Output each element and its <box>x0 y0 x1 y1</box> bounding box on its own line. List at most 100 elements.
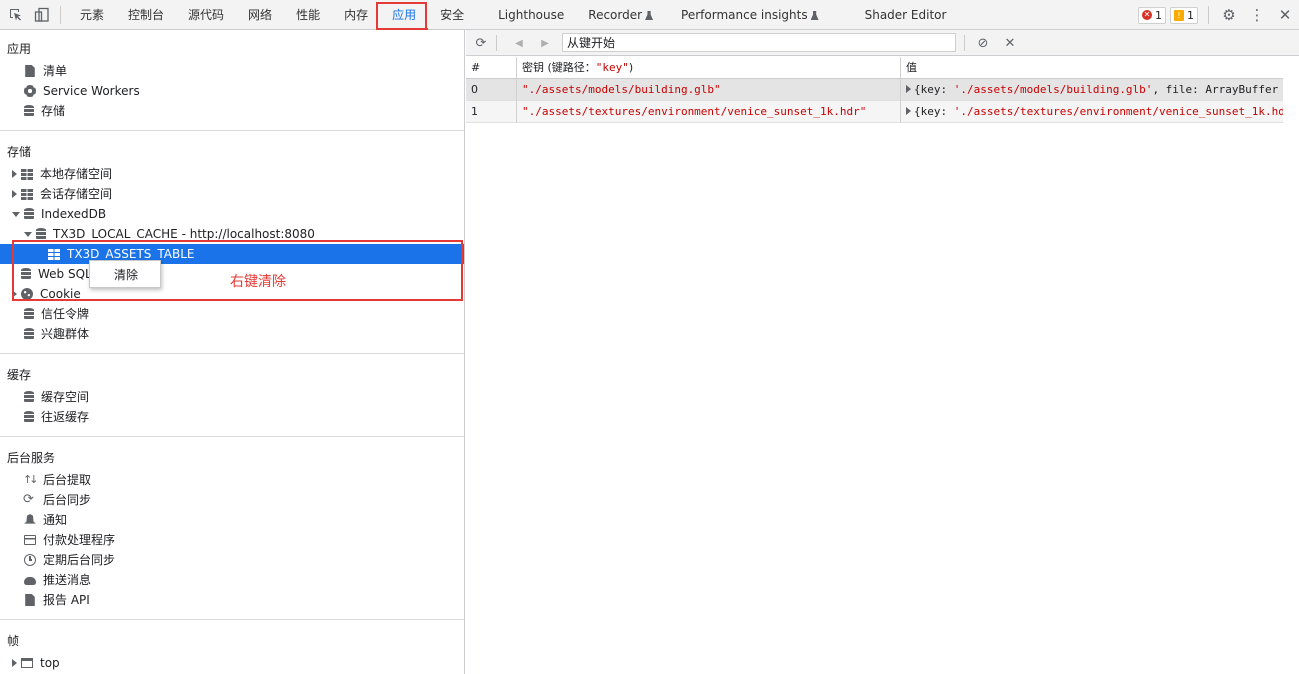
close-devtools-icon[interactable]: ✕ <box>1271 0 1299 30</box>
data-grid: # 密钥 (键路径："key") 值 0 "./assets/models/bu… <box>466 57 1283 123</box>
sidebar-item-label: 本地存储空间 <box>40 167 113 181</box>
sidebar-item-session-storage[interactable]: 会话存储空间 <box>12 184 112 204</box>
tab-shader-editor[interactable]: Shader Editor <box>831 0 959 30</box>
bell-icon <box>24 514 36 524</box>
device-toolbar-icon[interactable] <box>34 7 50 23</box>
sidebar-item-local-storage[interactable]: 本地存储空间 <box>12 164 112 184</box>
sidebar-item-indexeddb[interactable]: IndexedDB <box>12 204 106 224</box>
row-index: 1 <box>466 101 517 123</box>
sidebar-item-frame-top[interactable]: top <box>12 653 60 673</box>
row-key: "./assets/textures/environment/venice_su… <box>517 101 901 123</box>
frame-window-icon <box>21 658 33 668</box>
tab-elements[interactable]: 元素 <box>68 0 116 30</box>
previous-page-icon[interactable]: ◀ <box>510 34 528 52</box>
error-counter[interactable]: ✕ 1 <box>1138 6 1166 24</box>
warning-counter[interactable]: ! 1 <box>1170 6 1198 24</box>
sidebar-item-reporting-api[interactable]: 报告 API <box>24 590 90 610</box>
tab-sources[interactable]: 源代码 <box>176 0 236 30</box>
tab-performance-insights-label: Performance insights <box>681 8 808 22</box>
database-icon <box>24 105 34 117</box>
next-page-icon[interactable]: ▶ <box>536 34 554 52</box>
tab-security[interactable]: 安全 <box>428 0 476 30</box>
collapse-arrow-icon[interactable] <box>24 232 32 237</box>
section-title-frames: 帧 <box>7 634 20 648</box>
sidebar-item-label: 报告 API <box>43 593 90 607</box>
tab-performance[interactable]: 性能 <box>284 0 332 30</box>
sidebar-item-manifest[interactable]: 清单 <box>24 61 67 81</box>
database-icon <box>36 228 46 240</box>
settings-gear-icon[interactable]: ⚙ <box>1215 0 1243 30</box>
sidebar-item-label: 缓存空间 <box>41 390 90 404</box>
sidebar-item-background-sync[interactable]: 后台同步 <box>23 490 92 510</box>
sidebar-item-label: 后台同步 <box>43 493 92 507</box>
database-icon <box>24 328 34 340</box>
more-options-icon[interactable]: ⋮ <box>1243 0 1271 30</box>
refresh-icon[interactable]: ⟳ <box>472 34 490 52</box>
sidebar-item-label: 信任令牌 <box>41 307 90 321</box>
sidebar-item-background-fetch[interactable]: 后台提取 <box>23 470 91 490</box>
sidebar-item-label: IndexedDB <box>41 207 107 221</box>
sidebar-item-interest-groups[interactable]: 兴趣群体 <box>24 324 89 344</box>
start-from-key-input[interactable] <box>562 33 956 52</box>
panel-tabs: 元素 控制台 源代码 网络 性能 内存 应用 安全 Lighthouse Rec… <box>68 0 958 30</box>
section-divider <box>0 353 464 354</box>
column-header-index[interactable]: # <box>466 57 517 79</box>
table-grid-icon <box>21 168 33 180</box>
row-key: "./assets/models/building.glb" <box>517 79 901 101</box>
toolbar-divider <box>964 35 965 51</box>
devtools-tab-bar: 元素 控制台 源代码 网络 性能 内存 应用 安全 Lighthouse Rec… <box>0 0 1299 30</box>
tab-network[interactable]: 网络 <box>236 0 284 30</box>
expand-arrow-icon[interactable] <box>12 659 17 667</box>
value-rest: , file: ArrayBuffer <box>1152 83 1279 96</box>
database-icon <box>24 411 34 423</box>
table-row[interactable]: 0 "./assets/models/building.glb" {key: '… <box>466 79 1283 101</box>
up-down-arrows-icon <box>23 470 36 490</box>
sidebar-item-service-workers[interactable]: Service Workers <box>24 81 140 101</box>
sidebar-item-label: 推送消息 <box>43 573 92 587</box>
sidebar-item-label: 存储 <box>41 104 66 118</box>
sidebar-item-label: 通知 <box>43 513 68 527</box>
sidebar-item-label: 往返缓存 <box>41 410 90 424</box>
tab-performance-insights[interactable]: Performance insights <box>665 0 831 30</box>
table-row[interactable]: 1 "./assets/textures/environment/venice_… <box>466 101 1283 123</box>
cloud-icon <box>24 577 36 585</box>
topbar-right-tools: ✕ 1 ! 1 ⚙ ⋮ ✕ <box>1138 0 1299 30</box>
tab-lighthouse[interactable]: Lighthouse <box>476 0 576 30</box>
sidebar-item-label: 兴趣群体 <box>41 327 90 341</box>
experiment-flask-icon <box>645 11 654 20</box>
section-divider <box>0 130 464 131</box>
sidebar-item-label: Service Workers <box>43 84 140 98</box>
database-icon <box>24 208 34 220</box>
column-header-value[interactable]: 值 <box>901 57 1283 79</box>
tab-console[interactable]: 控制台 <box>116 0 176 30</box>
value-prefix: {key: <box>914 105 954 118</box>
sidebar-item-cache-storage[interactable]: 缓存空间 <box>24 387 89 407</box>
application-sidebar: 应用 清单 Service Workers 存储 存储 本地存储空间 会话存储空… <box>0 30 465 674</box>
sidebar-item-notifications[interactable]: 通知 <box>24 510 67 530</box>
sidebar-item-periodic-background-sync[interactable]: 定期后台同步 <box>24 550 115 570</box>
expand-arrow-icon[interactable] <box>906 85 911 93</box>
annotation-box-app-tab <box>376 2 427 30</box>
sidebar-item-back-forward-cache[interactable]: 往返缓存 <box>24 407 89 427</box>
sidebar-item-storage[interactable]: 存储 <box>24 101 65 121</box>
expand-arrow-icon[interactable] <box>12 190 17 198</box>
warning-count: 1 <box>1187 8 1194 22</box>
context-menu-clear[interactable]: 清除 <box>114 266 138 283</box>
value-key-string: './assets/models/building.glb' <box>953 83 1153 96</box>
collapse-arrow-icon[interactable] <box>12 212 20 217</box>
sidebar-item-label: 清单 <box>43 64 68 78</box>
tab-recorder[interactable]: Recorder <box>576 0 665 30</box>
sidebar-item-trust-tokens[interactable]: 信任令牌 <box>24 304 89 324</box>
inspect-element-icon[interactable] <box>8 7 24 23</box>
tab-memory[interactable]: 内存 <box>332 0 380 30</box>
expand-arrow-icon[interactable] <box>906 107 911 115</box>
clear-object-store-icon[interactable]: ⊘ <box>974 34 992 52</box>
delete-selected-icon[interactable]: ✕ <box>1001 34 1019 52</box>
document-icon <box>25 594 35 606</box>
sidebar-item-payment-handler[interactable]: 付款处理程序 <box>24 530 115 550</box>
sidebar-item-label: top <box>40 656 60 670</box>
sidebar-item-push-messaging[interactable]: 推送消息 <box>24 570 91 590</box>
database-icon <box>24 308 34 320</box>
column-header-key[interactable]: 密钥 (键路径："key") <box>517 57 901 79</box>
expand-arrow-icon[interactable] <box>12 170 17 178</box>
